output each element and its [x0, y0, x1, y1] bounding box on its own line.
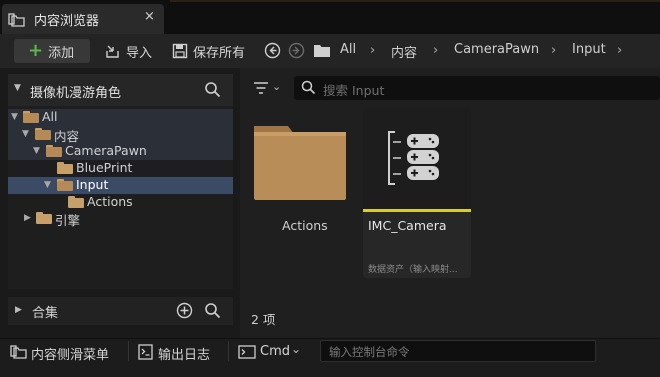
expand-arrow-icon[interactable]: ▼	[44, 180, 51, 190]
chevron-down-icon: ⌄	[291, 342, 302, 356]
output-log-label: 输出日志	[158, 348, 211, 363]
plus-icon: +	[28, 40, 44, 61]
tree-label: BluePrint	[76, 160, 133, 175]
breadcrumb-chevron-icon[interactable]: ›	[617, 43, 622, 58]
content-drawer-icon	[10, 345, 27, 359]
item-count: 2 项	[251, 312, 276, 327]
folder-tree: ▼ All ▼ 内容 ▼ CameraPawn BluePrint ▼ Inpu…	[8, 106, 233, 289]
forward-icon[interactable]	[288, 42, 305, 63]
import-icon	[106, 45, 119, 58]
output-log-icon	[138, 344, 153, 360]
sources-title: 摄像机漫游角色	[30, 86, 122, 101]
breadcrumb-chevron-icon[interactable]: ›	[433, 43, 438, 58]
breadcrumb-content[interactable]: 内容	[391, 42, 417, 61]
console-icon	[238, 345, 256, 359]
gamepad-stack-icon	[388, 131, 439, 185]
content-browser-icon	[8, 12, 28, 32]
tree-item-input[interactable]: ▼ Input	[8, 177, 233, 194]
breadcrumb-chevron-icon[interactable]: ›	[551, 43, 556, 58]
save-all-button[interactable]: 保存所有	[172, 39, 245, 63]
tree-label: 引擎	[55, 213, 81, 228]
cmd-dropdown[interactable]: Cmd ⌄	[236, 342, 316, 361]
asset-search-input[interactable]: 搜索 Input	[294, 76, 660, 100]
folder-open-icon	[57, 179, 73, 191]
large-folder-icon	[254, 126, 346, 200]
folder-open-icon	[46, 145, 62, 157]
tree-label: All	[42, 109, 58, 124]
folder-open-icon	[35, 128, 51, 140]
tree-label: Actions	[87, 194, 133, 209]
expand-arrow-icon[interactable]: ▼	[11, 112, 18, 122]
search-icon[interactable]	[204, 81, 221, 102]
asset-name: Actions	[282, 218, 328, 233]
tab-content-browser[interactable]: 内容浏览器 ×	[2, 4, 164, 34]
console-placeholder: 输入控制台命令	[329, 345, 410, 359]
tree-item-blueprint[interactable]: BluePrint	[8, 160, 233, 177]
add-label: 添加	[48, 45, 75, 61]
output-log-button[interactable]: 输出日志	[136, 343, 226, 363]
tab-title: 内容浏览器	[34, 14, 100, 29]
save-icon	[172, 43, 188, 59]
tree-item-actions[interactable]: Actions	[8, 194, 233, 211]
tree-label: Input	[76, 177, 109, 192]
divider	[128, 341, 129, 361]
window-edge	[170, 0, 660, 2]
expand-arrow-icon[interactable]: ▼	[22, 129, 29, 139]
expand-arrow-icon[interactable]: ▶	[15, 305, 22, 315]
content-drawer-button[interactable]: 内容侧滑菜单	[8, 343, 118, 363]
collections-title: 合集	[32, 306, 59, 321]
tree-item-engine[interactable]: ▶ 引擎	[8, 210, 233, 228]
collections-bar[interactable]: ▶ 合集	[8, 297, 233, 325]
asset-tile-folder[interactable]: Actions	[250, 110, 356, 278]
add-button[interactable]: + 添加	[14, 39, 90, 63]
tree-item-content[interactable]: ▼ 内容	[8, 126, 233, 144]
breadcrumb-input[interactable]: Input	[572, 42, 606, 57]
breadcrumb-all[interactable]: All	[340, 42, 356, 57]
expand-arrow-icon[interactable]: ▶	[24, 213, 31, 223]
cmd-label: Cmd	[260, 344, 290, 359]
folder-icon	[36, 212, 52, 224]
divider	[228, 341, 229, 361]
search-icon	[301, 80, 316, 99]
expand-arrow-icon[interactable]: ▼	[33, 146, 40, 156]
breadcrumb-camerapawn[interactable]: CameraPawn	[454, 42, 539, 57]
tree-label: CameraPawn	[65, 143, 147, 158]
folder-open-icon	[23, 111, 39, 123]
breadcrumb-chevron-icon[interactable]: ›	[370, 43, 375, 58]
filter-icon[interactable]	[253, 81, 269, 99]
folder-path-icon[interactable]	[313, 43, 331, 62]
asset-type-color-strip	[363, 209, 471, 212]
content-drawer-label: 内容侧滑菜单	[31, 348, 110, 363]
asset-name: IMC_Camera	[368, 218, 447, 233]
folder-icon	[68, 196, 84, 208]
asset-tile-input-mapping-context[interactable]: IMC_Camera 数据资产（输入映射...	[363, 108, 471, 278]
add-collection-icon[interactable]	[176, 302, 193, 323]
close-icon[interactable]: ×	[144, 9, 155, 24]
back-icon[interactable]	[264, 42, 281, 63]
toolbar: + 添加 导入 保存所有 All › 内容 › CameraPawn › Inp…	[0, 34, 660, 68]
tree-item-camerapawn[interactable]: ▼ CameraPawn	[8, 143, 233, 160]
filter-dropdown-chevron-icon[interactable]: ⌄	[272, 80, 281, 93]
console-input[interactable]: 输入控制台命令	[320, 340, 596, 362]
sources-header[interactable]: ▼ 摄像机漫游角色	[8, 74, 233, 106]
tree-item-all[interactable]: ▼ All	[8, 109, 233, 126]
folder-icon	[57, 162, 73, 174]
save-all-label: 保存所有	[193, 45, 246, 61]
search-icon[interactable]	[204, 302, 221, 323]
collapse-arrow-icon[interactable]: ▼	[14, 83, 21, 93]
import-label: 导入	[126, 45, 153, 61]
search-placeholder: 搜索 Input	[323, 83, 385, 98]
import-button[interactable]: 导入	[104, 39, 152, 63]
asset-thumbnail	[363, 108, 471, 209]
asset-type-label: 数据资产（输入映射...	[368, 265, 458, 275]
